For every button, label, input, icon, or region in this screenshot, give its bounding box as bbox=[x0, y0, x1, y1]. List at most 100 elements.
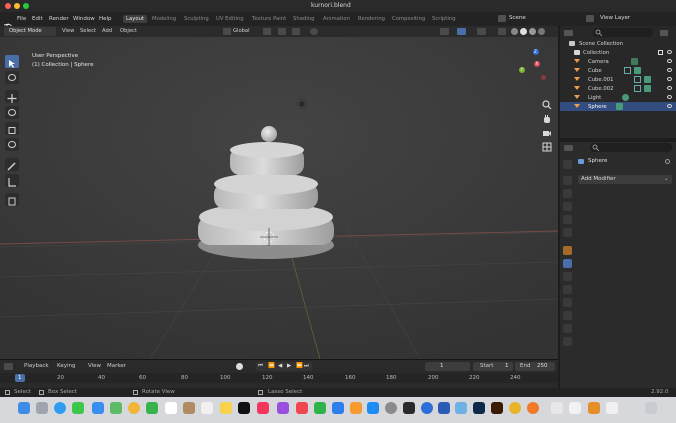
timeline-ruler[interactable]: 1 20 40 60 80 100 120 140 160 180 200 22… bbox=[0, 373, 558, 383]
notes-icon[interactable] bbox=[220, 402, 232, 414]
menu-edit[interactable]: Edit bbox=[32, 16, 43, 22]
numbers-icon[interactable] bbox=[314, 402, 326, 414]
scale-tool[interactable] bbox=[5, 122, 19, 135]
photoshop-icon[interactable] bbox=[473, 402, 485, 414]
scene-icon[interactable] bbox=[498, 15, 506, 22]
bluetooth-icon[interactable] bbox=[421, 402, 433, 414]
exclude-checkbox[interactable] bbox=[658, 49, 663, 55]
outliner-collection[interactable]: Collection bbox=[560, 48, 676, 57]
minimize-window-button[interactable] bbox=[14, 3, 20, 9]
safari-icon[interactable] bbox=[54, 402, 66, 414]
tab-shading[interactable]: Shading bbox=[290, 15, 318, 23]
play-reverse-icon[interactable]: ◀ bbox=[278, 363, 282, 370]
view-layer-tab-icon[interactable] bbox=[563, 202, 572, 211]
transform-tool[interactable] bbox=[5, 138, 19, 151]
facetime-icon[interactable] bbox=[146, 402, 158, 414]
tab-texture-paint[interactable]: Texture Paint bbox=[249, 15, 289, 23]
podcasts-icon[interactable] bbox=[277, 402, 289, 414]
zoom-window-button[interactable] bbox=[23, 3, 29, 9]
tool-tab-icon[interactable] bbox=[563, 160, 572, 169]
generic-icon[interactable] bbox=[551, 402, 563, 414]
xray-icon[interactable] bbox=[498, 28, 506, 35]
output-tab-icon[interactable] bbox=[563, 189, 572, 198]
outliner-search-input[interactable] bbox=[593, 28, 653, 37]
tab-layout[interactable]: Layout bbox=[123, 15, 148, 23]
messages-icon[interactable] bbox=[72, 402, 84, 414]
outliner-item-camera[interactable]: Camera bbox=[560, 57, 676, 66]
navigation-gizmo[interactable]: Z X Y bbox=[516, 47, 554, 87]
filter-icon[interactable] bbox=[660, 30, 668, 36]
outliner-item-cube-002[interactable]: Cube.002 bbox=[560, 84, 676, 93]
select-box-tool[interactable] bbox=[5, 55, 19, 68]
rotate-tool[interactable] bbox=[5, 106, 19, 119]
3d-viewport[interactable]: User Perspective (1) Collection | Sphere… bbox=[0, 37, 558, 359]
downloads-icon[interactable] bbox=[606, 402, 618, 414]
music-icon[interactable] bbox=[257, 402, 269, 414]
tab-uv-editing[interactable]: UV Editing bbox=[213, 15, 247, 23]
pages-icon[interactable] bbox=[350, 402, 362, 414]
terminal-icon[interactable] bbox=[403, 402, 415, 414]
viewport-menu-add[interactable]: Add bbox=[102, 28, 112, 35]
view-layer-icon[interactable] bbox=[586, 15, 594, 22]
close-window-button[interactable] bbox=[5, 3, 11, 9]
outliner-item-light[interactable]: Light bbox=[560, 93, 676, 102]
next-keyframe-icon[interactable]: ⏩ bbox=[296, 363, 303, 370]
material-shading-icon[interactable] bbox=[529, 28, 536, 35]
render-tab-icon[interactable] bbox=[563, 176, 572, 185]
object-tab-icon[interactable] bbox=[563, 246, 572, 255]
rendered-shading-icon[interactable] bbox=[538, 28, 545, 35]
gizmo-toggle-icon[interactable] bbox=[457, 28, 466, 35]
proportional-edit-icon[interactable] bbox=[310, 28, 318, 35]
timeline-editor-type-icon[interactable] bbox=[4, 363, 13, 370]
photos-icon[interactable] bbox=[128, 402, 140, 414]
world-tab-icon[interactable] bbox=[563, 228, 572, 237]
firefox-icon[interactable] bbox=[527, 402, 539, 414]
blender-icon[interactable] bbox=[588, 402, 600, 414]
blender-logo-icon[interactable] bbox=[3, 15, 12, 30]
eye-icon[interactable] bbox=[667, 86, 672, 90]
overlay-toggle-icon[interactable] bbox=[477, 28, 486, 35]
finder-icon[interactable] bbox=[18, 402, 30, 414]
wireframe-shading-icon[interactable] bbox=[511, 28, 518, 35]
prev-keyframe-icon[interactable]: ⏪ bbox=[268, 363, 275, 370]
outliner-scene-collection[interactable]: Scene Collection bbox=[560, 39, 676, 48]
add-cube-tool[interactable] bbox=[5, 193, 19, 206]
outliner-item-cube[interactable]: Cube bbox=[560, 66, 676, 75]
menu-render[interactable]: Render bbox=[49, 16, 69, 22]
camera-view-icon[interactable] bbox=[542, 123, 552, 136]
annotate-tool[interactable] bbox=[5, 158, 19, 171]
snap-target-icon[interactable] bbox=[292, 28, 300, 35]
word-icon[interactable] bbox=[438, 402, 450, 414]
outliner-item-sphere[interactable]: Sphere bbox=[560, 102, 676, 111]
zoom-icon[interactable] bbox=[542, 95, 552, 110]
finder-window-icon[interactable] bbox=[569, 402, 581, 414]
scene-tab-icon[interactable] bbox=[563, 215, 572, 224]
move-tool[interactable] bbox=[5, 90, 19, 103]
jump-start-icon[interactable]: ⏮ bbox=[258, 363, 263, 370]
orientation-icon[interactable] bbox=[223, 28, 231, 35]
tv-icon[interactable] bbox=[238, 402, 250, 414]
modifier-tab-icon[interactable] bbox=[563, 259, 572, 268]
outliner-item-cube-001[interactable]: Cube.001 bbox=[560, 75, 676, 84]
maps-icon[interactable] bbox=[110, 402, 122, 414]
texture-tab-icon[interactable] bbox=[563, 337, 572, 346]
tab-rendering[interactable]: Rendering bbox=[355, 15, 388, 23]
timeline-menu-keying[interactable]: Keying bbox=[57, 363, 75, 370]
record-icon[interactable] bbox=[236, 363, 243, 370]
scene-name[interactable]: Scene bbox=[509, 15, 526, 22]
mail-icon[interactable] bbox=[92, 402, 104, 414]
current-frame-field[interactable] bbox=[425, 362, 470, 371]
illustrator-icon[interactable] bbox=[491, 402, 503, 414]
object-data-tab-icon[interactable] bbox=[563, 311, 572, 320]
calendar-icon[interactable] bbox=[165, 402, 177, 414]
chrome-icon[interactable] bbox=[509, 402, 521, 414]
particles-tab-icon[interactable] bbox=[563, 272, 572, 281]
properties-editor-type-icon[interactable] bbox=[564, 145, 573, 151]
contacts-icon[interactable] bbox=[183, 402, 195, 414]
measure-tool[interactable] bbox=[5, 174, 19, 187]
cursor-tool[interactable] bbox=[5, 71, 19, 84]
pin-icon[interactable] bbox=[665, 159, 670, 164]
material-tab-icon[interactable] bbox=[563, 324, 572, 333]
viewport-menu-view[interactable]: View bbox=[62, 28, 74, 35]
pivot-icon[interactable] bbox=[263, 28, 271, 35]
